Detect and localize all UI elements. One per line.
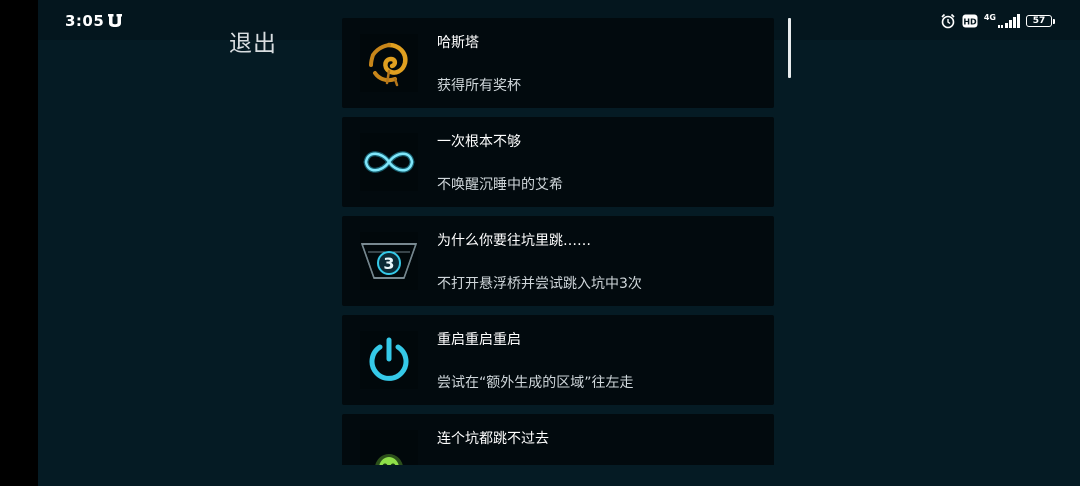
- app-notification-icon: [108, 14, 122, 27]
- achievement-item[interactable]: 连个坑都跳不过去: [342, 414, 774, 465]
- battery-icon: 57: [1026, 14, 1056, 28]
- achievement-description: 不打开悬浮桥并尝试跳入坑中3次: [437, 276, 642, 292]
- achievement-title: 一次根本不够: [437, 134, 521, 150]
- scrollbar[interactable]: [788, 18, 791, 78]
- battery-level: 57: [1026, 15, 1052, 27]
- achievement-item[interactable]: 一次根本不够 不唤醒沉睡中的艾希: [342, 117, 774, 207]
- achievement-description: 尝试在“额外生成的区域”往左走: [437, 375, 634, 391]
- infinity-icon: [360, 133, 418, 191]
- status-time: 3:05: [65, 12, 105, 30]
- achievement-item[interactable]: 重启重启重启 尝试在“额外生成的区域”往左走: [342, 315, 774, 405]
- hastur-sigil-icon: [360, 34, 418, 92]
- status-icons: HD 4G 57: [940, 13, 1056, 29]
- achievement-description: 获得所有奖杯: [437, 78, 521, 94]
- signal-icon: [998, 14, 1020, 28]
- hd-icon: HD: [962, 14, 978, 28]
- network-type-label: 4G: [983, 13, 996, 22]
- achievement-list[interactable]: 哈斯塔 获得所有奖杯 一次根本不够 不唤醒沉睡中的艾希 3 为什么你要往坑里跳……: [342, 18, 774, 465]
- power-icon: [360, 331, 418, 389]
- green-skull-icon: [360, 430, 418, 465]
- achievement-title: 连个坑都跳不过去: [437, 431, 549, 447]
- achievement-title: 哈斯塔: [437, 35, 479, 51]
- achievements-screen: 3:05 HD 4G 57 退出 哈斯塔 获得所有奖杯 一次根本不够 不唤醒沉睡…: [0, 0, 1080, 486]
- left-black-strip: [0, 0, 38, 486]
- achievement-item[interactable]: 哈斯塔 获得所有奖杯: [342, 18, 774, 108]
- achievement-description: 不唤醒沉睡中的艾希: [437, 177, 563, 193]
- achievement-title: 为什么你要往坑里跳……: [437, 233, 591, 249]
- achievement-title: 重启重启重启: [437, 332, 521, 348]
- alarm-icon: [941, 13, 955, 29]
- svg-text:3: 3: [383, 254, 394, 273]
- pit-three-icon: 3: [360, 232, 418, 290]
- achievement-item[interactable]: 3 为什么你要往坑里跳…… 不打开悬浮桥并尝试跳入坑中3次: [342, 216, 774, 306]
- svg-text:HD: HD: [963, 18, 977, 27]
- exit-button[interactable]: 退出: [229, 24, 277, 58]
